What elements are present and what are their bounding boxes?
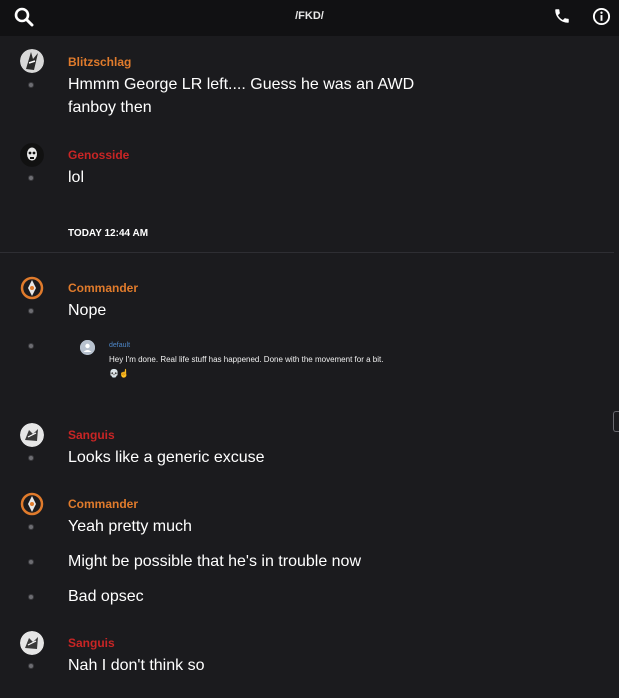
status-dot <box>28 175 34 181</box>
message-text: Looks like a generic excuse <box>68 449 265 466</box>
message-text: Nah I don't think so <box>68 657 205 674</box>
quote-text: Hey I'm done. Real life stuff has happen… <box>109 355 384 364</box>
status-dot <box>28 343 34 349</box>
message-text: Yeah pretty much <box>68 518 192 535</box>
channel-title: /FKD/ <box>295 10 324 22</box>
message-text: Hmmm George LR left.... Guess he was an … <box>68 76 415 93</box>
username[interactable]: Sanguis <box>68 428 115 442</box>
message-text: fanboy then <box>68 99 152 116</box>
message-text: Nope <box>68 302 107 319</box>
quote-username[interactable]: default <box>109 342 130 349</box>
info-icon[interactable] <box>592 7 611 26</box>
username[interactable]: Genosside <box>68 148 129 162</box>
message-text: Might be possible that he's in trouble n… <box>68 553 362 570</box>
top-bar: /FKD/ <box>0 0 619 36</box>
status-dot <box>28 524 34 530</box>
phone-icon[interactable] <box>553 7 571 25</box>
avatar-sanguis[interactable] <box>20 423 44 447</box>
avatar-blitzschlag[interactable] <box>20 49 44 73</box>
username[interactable]: Sanguis <box>68 636 115 650</box>
message-text: Bad opsec <box>68 588 144 605</box>
status-dot <box>28 455 34 461</box>
status-dot <box>28 663 34 669</box>
status-dot <box>28 594 34 600</box>
avatar-genosside[interactable] <box>20 143 44 167</box>
scrollbar-handle[interactable] <box>613 411 619 432</box>
username[interactable]: Commander <box>68 281 138 295</box>
avatar-commander[interactable] <box>20 492 44 516</box>
quote-emoji: 💀☝ <box>109 369 129 378</box>
message-text: lol <box>68 169 85 186</box>
username[interactable]: Blitzschlag <box>68 55 131 69</box>
status-dot <box>28 308 34 314</box>
quote-avatar <box>80 340 95 355</box>
username[interactable]: Commander <box>68 497 138 511</box>
day-separator: TODAY 12:44 AM <box>68 228 149 239</box>
status-dot <box>28 82 34 88</box>
divider <box>0 252 614 253</box>
status-dot <box>28 559 34 565</box>
avatar-commander[interactable] <box>20 276 44 300</box>
avatar-sanguis[interactable] <box>20 631 44 655</box>
